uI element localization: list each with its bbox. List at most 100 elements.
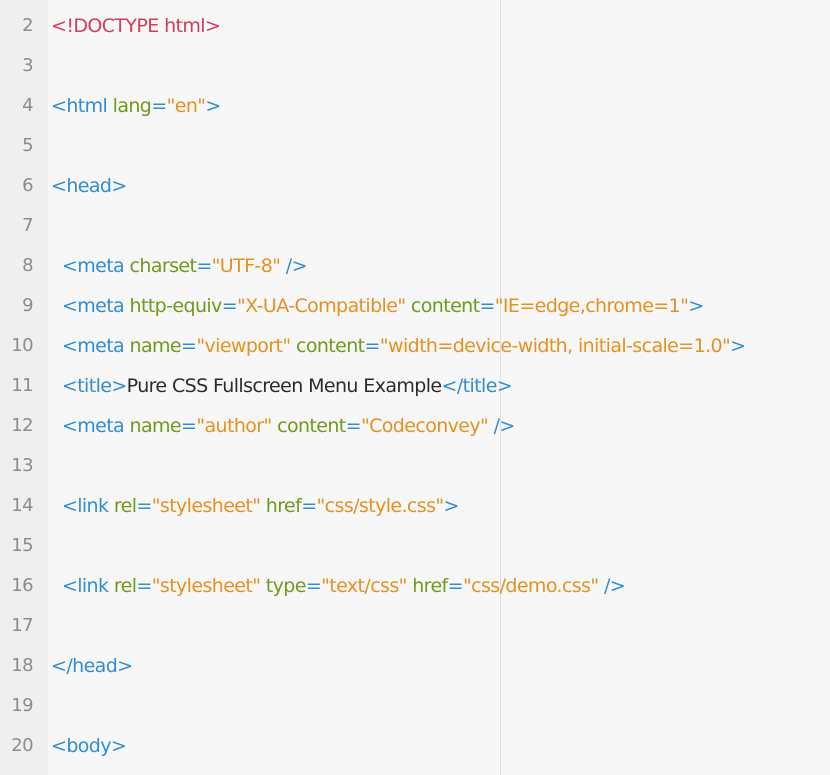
code-editor[interactable]: 2 <!DOCTYPE html> 3 4 <html lang="en"> 5 6 <hea… (0, 0, 830, 775)
code-token-tag: = (181, 415, 197, 437)
line-number: 10 (11, 335, 33, 356)
line-code[interactable]: <body> (51, 726, 127, 766)
line-number: 15 (11, 535, 33, 556)
code-token-attr: content (271, 415, 346, 437)
line-code[interactable]: <head> (51, 166, 127, 206)
line-number: 9 (22, 295, 33, 316)
code-lines[interactable]: 2 <!DOCTYPE html> 3 4 <html lang="en"> 5 6 <hea… (0, 6, 830, 766)
code-token-str: "width=device-width, initial-scale=1.0" (379, 335, 731, 357)
code-token-attr: http-equiv (124, 295, 223, 317)
code-token-str: "IE=edge,chrome=1" (494, 295, 689, 317)
code-token-tag: = (479, 295, 495, 317)
line-number: 4 (22, 95, 33, 116)
code-token-attr: rel (108, 495, 137, 517)
code-token-str: "en" (166, 95, 206, 117)
line-code[interactable]: <meta name="viewport" content="width=dev… (51, 326, 746, 366)
code-token-attr: name (124, 415, 182, 437)
code-line[interactable]: 18 </head> (0, 646, 830, 686)
code-line[interactable]: 8 <meta charset="UTF-8" /> (0, 246, 830, 286)
code-token-tag: = (364, 335, 381, 357)
line-code[interactable]: </head> (51, 646, 133, 686)
code-token-tag: /> (488, 415, 516, 437)
code-token-str: "css/style.css" (316, 495, 445, 517)
code-token-tag: /> (280, 255, 308, 277)
code-token-str: "stylesheet" (151, 575, 261, 597)
code-token-str: "X-UA-Compatible" (237, 295, 406, 317)
code-token-tag: </title> (441, 375, 513, 397)
code-token-tag: > (205, 95, 221, 117)
code-line[interactable]: 2 <!DOCTYPE html> (0, 6, 830, 46)
code-token-doctype: <!DOCTYPE html> (51, 15, 221, 37)
code-token-tag: = (136, 575, 152, 597)
code-token-attr: href (260, 495, 302, 517)
code-token-tag: <link (51, 575, 109, 597)
line-code[interactable]: <title>Pure CSS Fullscreen Menu Example<… (51, 366, 513, 406)
code-token-attr: content (290, 335, 365, 357)
code-token-str: "text/css" (321, 575, 407, 597)
code-token-str: "UTF-8" (211, 255, 281, 277)
code-line[interactable]: 6 <head> (0, 166, 830, 206)
line-number: 16 (11, 575, 33, 596)
code-token-tag: = (151, 95, 167, 117)
code-token-tag: <meta (51, 335, 125, 357)
code-token-text: Pure CSS Fullscreen Menu Example (126, 375, 442, 397)
line-number: 2 (22, 15, 33, 36)
code-token-tag: = (136, 495, 152, 517)
line-code[interactable]: <link rel="stylesheet" type="text/css" h… (51, 566, 626, 606)
code-token-attr: lang (107, 95, 152, 117)
line-code[interactable]: <html lang="en"> (51, 86, 221, 126)
code-line[interactable]: 5 (0, 126, 830, 166)
line-number: 17 (11, 615, 33, 636)
line-number: 19 (11, 695, 33, 716)
code-line[interactable]: 11 <title>Pure CSS Fullscreen Menu Examp… (0, 366, 830, 406)
code-line[interactable]: 3 (0, 46, 830, 86)
code-line[interactable]: 14 <link rel="stylesheet" href="css/styl… (0, 486, 830, 526)
code-line[interactable]: 10 <meta name="viewport" content="width=… (0, 326, 830, 366)
line-code[interactable]: <meta charset="UTF-8" /> (51, 246, 308, 286)
code-line[interactable]: 16 <link rel="stylesheet" type="text/css… (0, 566, 830, 606)
code-line[interactable]: 19 (0, 686, 830, 726)
code-token-tag: </head> (51, 655, 133, 677)
code-line[interactable]: 9 <meta http-equiv="X-UA-Compatible" con… (0, 286, 830, 326)
code-line[interactable]: 4 <html lang="en"> (0, 86, 830, 126)
line-number: 6 (22, 175, 33, 196)
line-number: 14 (11, 495, 33, 516)
code-line[interactable]: 7 (0, 206, 830, 246)
code-token-tag: <html (51, 95, 108, 117)
code-token-str: "Codeconvey" (360, 415, 489, 437)
code-token-tag: = (301, 495, 317, 517)
code-token-tag: = (305, 575, 322, 597)
code-token-tag: > (688, 295, 704, 317)
code-line[interactable]: 17 (0, 606, 830, 646)
code-token-tag: <head> (51, 175, 127, 197)
line-number: 5 (22, 135, 33, 156)
code-token-tag: /> (598, 575, 626, 597)
code-token-tag: > (730, 335, 746, 357)
line-number: 11 (11, 375, 33, 396)
code-token-str: "author" (196, 415, 272, 437)
code-token-attr: charset (124, 255, 197, 277)
line-code[interactable]: <meta http-equiv="X-UA-Compatible" conte… (51, 286, 704, 326)
line-code[interactable]: <!DOCTYPE html> (51, 6, 221, 46)
code-token-tag: <body> (51, 735, 127, 757)
code-line[interactable]: 12 <meta name="author" content="Codeconv… (0, 406, 830, 446)
code-token-tag: = (221, 295, 238, 317)
code-token-tag: <link (51, 495, 109, 517)
line-number: 12 (11, 415, 33, 436)
code-line[interactable]: 15 (0, 526, 830, 566)
line-number: 8 (22, 255, 33, 276)
line-number: 20 (11, 735, 33, 756)
line-number: 18 (11, 655, 33, 676)
code-token-tag: = (196, 255, 212, 277)
code-line[interactable]: 13 (0, 446, 830, 486)
line-code[interactable]: <meta name="author" content="Codeconvey"… (51, 406, 515, 446)
code-token-str: "stylesheet" (151, 495, 261, 517)
code-token-tag: = (345, 415, 362, 437)
code-token-str: "viewport" (196, 335, 291, 357)
code-token-tag: <title> (51, 375, 127, 397)
code-line[interactable]: 20 <body> (0, 726, 830, 766)
code-token-attr: href (406, 575, 448, 597)
code-token-attr: rel (108, 575, 137, 597)
code-token-tag: <meta (51, 295, 125, 317)
line-code[interactable]: <link rel="stylesheet" href="css/style.c… (51, 486, 460, 526)
